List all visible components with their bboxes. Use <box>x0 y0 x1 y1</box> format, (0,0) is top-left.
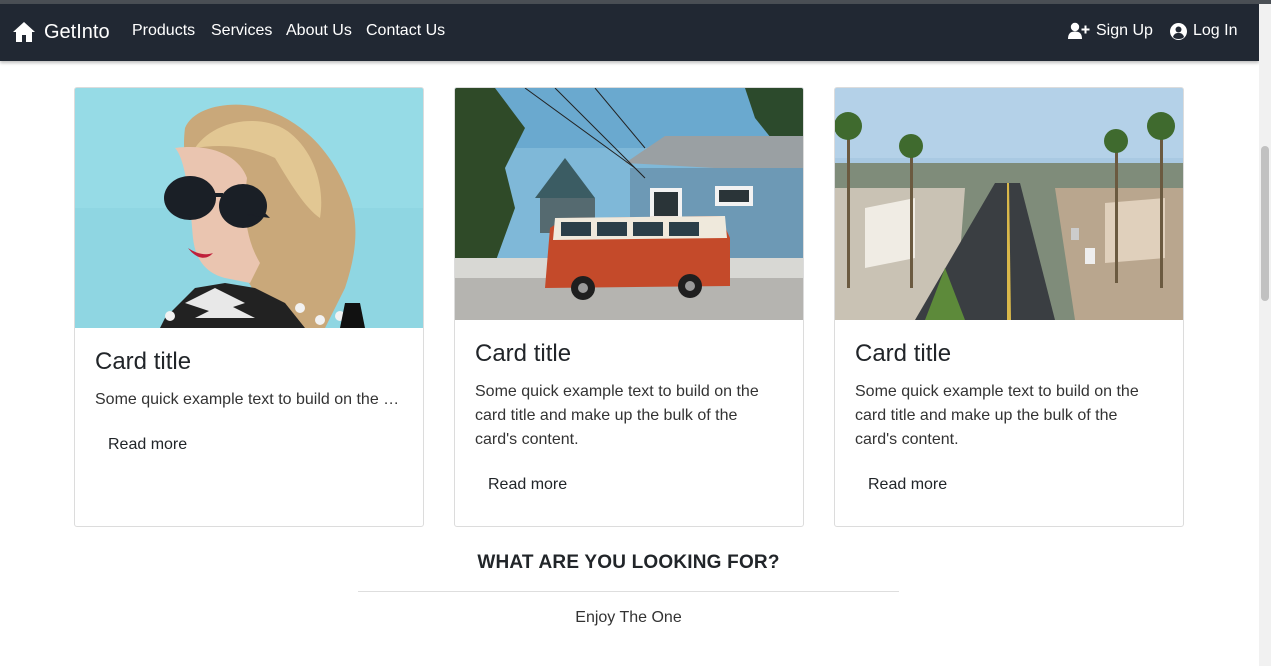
card-1: Card title Some quick example text to bu… <box>74 87 424 527</box>
brand-link[interactable]: GetInto <box>12 18 110 46</box>
card-2: Card title Some quick example text to bu… <box>454 87 804 527</box>
signup-link[interactable]: Sign Up <box>1068 22 1153 40</box>
card-title: Card title <box>475 340 572 367</box>
card-text: Some quick example text to build on the … <box>95 391 403 408</box>
read-more-button[interactable]: Read more <box>95 430 200 460</box>
read-more-button[interactable]: Read more <box>475 470 580 500</box>
login-link[interactable]: Log In <box>1170 22 1237 40</box>
user-plus-icon <box>1068 22 1090 39</box>
palm-tree-street-photo <box>835 88 1183 320</box>
red-van-and-house-photo <box>455 88 803 320</box>
page-scrollbar[interactable] <box>1259 4 1271 666</box>
section-divider <box>358 591 899 592</box>
user-circle-icon <box>1170 22 1187 40</box>
read-more-button[interactable]: Read more <box>855 470 960 500</box>
navbar: GetInto Products Services About Us Conta… <box>0 4 1259 61</box>
card-text: Some quick example text to build on the … <box>855 383 1139 448</box>
login-label: Log In <box>1193 22 1238 39</box>
woman-with-sunglasses-photo <box>75 88 423 328</box>
nav-link-contact-us[interactable]: Contact Us <box>366 22 445 40</box>
nav-link-about-us[interactable]: About Us <box>286 22 352 40</box>
section-subtitle: Enjoy The One <box>575 609 682 626</box>
nav-link-services[interactable]: Services <box>211 22 272 40</box>
home-icon <box>13 22 35 42</box>
card-3: Card title Some quick example text to bu… <box>834 87 1184 527</box>
card-title: Card title <box>855 340 952 367</box>
scrollbar-thumb[interactable] <box>1261 146 1269 301</box>
signup-label: Sign Up <box>1096 22 1153 39</box>
card-text: Some quick example text to build on the … <box>475 383 759 448</box>
card-title: Card title <box>95 348 192 375</box>
brand-name: GetInto <box>44 20 110 43</box>
section-heading: WHAT ARE YOU LOOKING FOR? <box>477 552 780 573</box>
nav-link-products[interactable]: Products <box>132 22 195 40</box>
